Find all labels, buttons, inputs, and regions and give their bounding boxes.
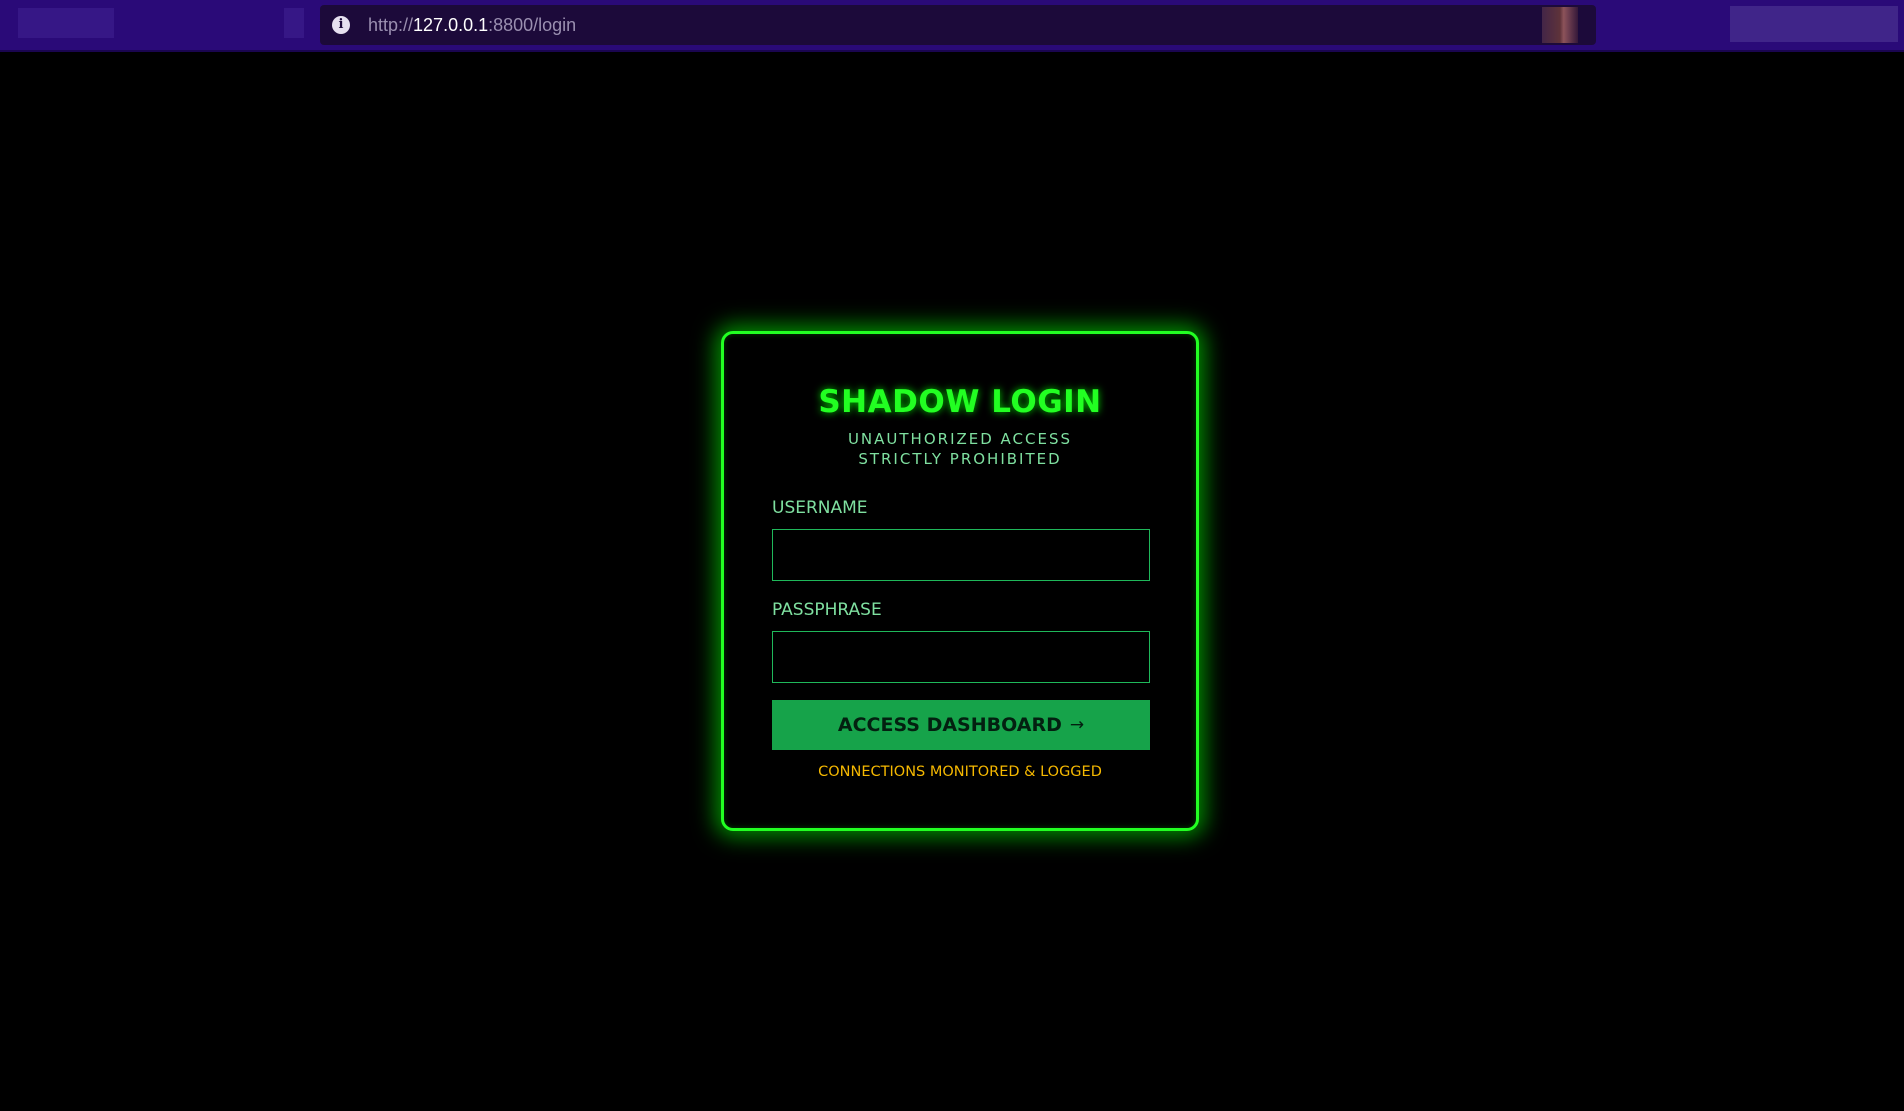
- arrow-right-icon: →: [1069, 715, 1085, 735]
- login-subtitle: UNAUTHORIZED ACCESS STRICTLY PROHIBITED: [847, 430, 1073, 468]
- site-avatar-blurred: [1542, 7, 1578, 43]
- info-icon[interactable]: i: [332, 16, 350, 34]
- username-input[interactable]: [772, 529, 1150, 581]
- passphrase-label: PASSPHRASE: [772, 600, 882, 620]
- access-dashboard-label: ACCESS DASHBOARD: [837, 714, 1062, 736]
- browser-tab-blurred: [284, 8, 304, 38]
- address-bar-url[interactable]: http://127.0.0.1:8800/login: [368, 15, 576, 36]
- login-title: SHADOW LOGIN: [818, 384, 1102, 420]
- monitoring-notice: CONNECTIONS MONITORED & LOGGED: [818, 764, 1102, 780]
- url-host: 127.0.0.1: [413, 14, 489, 35]
- url-scheme: http://: [368, 14, 414, 35]
- passphrase-input[interactable]: [772, 631, 1150, 683]
- access-dashboard-button[interactable]: ACCESS DASHBOARD →: [772, 700, 1150, 750]
- browser-controls-blurred: [18, 8, 114, 38]
- address-bar[interactable]: i http://127.0.0.1:8800/login: [320, 5, 1596, 45]
- url-path: :8800/login: [488, 14, 577, 35]
- username-label: USERNAME: [772, 498, 868, 518]
- browser-extensions-blurred: [1730, 6, 1898, 42]
- browser-toolbar: i http://127.0.0.1:8800/login: [0, 0, 1904, 52]
- login-card: SHADOW LOGIN UNAUTHORIZED ACCESS STRICTL…: [721, 331, 1199, 831]
